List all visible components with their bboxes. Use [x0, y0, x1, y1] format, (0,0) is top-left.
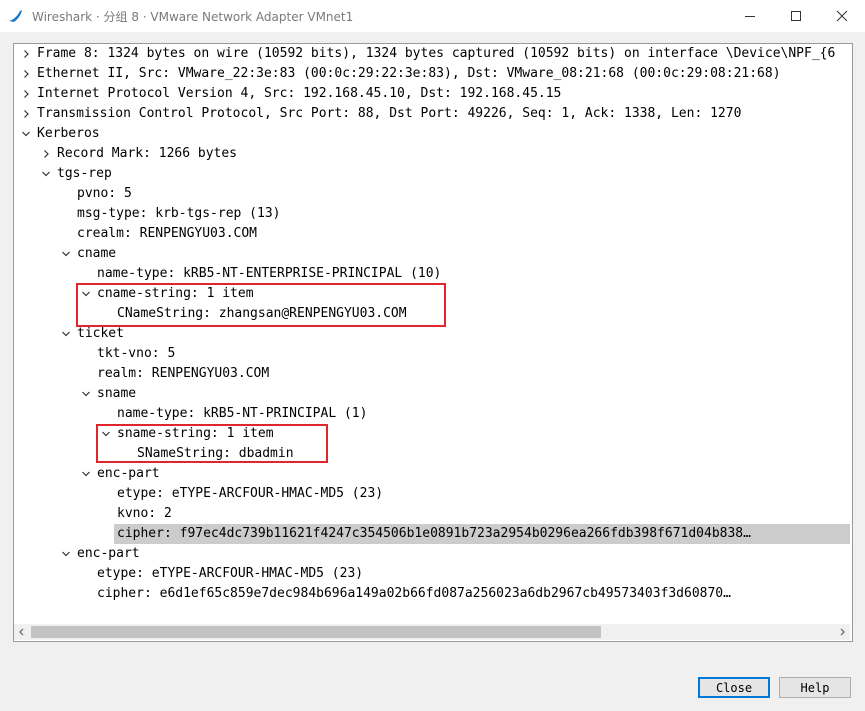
tree-row[interactable]: CNameString: zhangsan@RENPENGYU03.COM: [14, 304, 850, 324]
tree-row-label: Transmission Control Protocol, Src Port:…: [37, 106, 742, 121]
tree-row-label: sname-string: 1 item: [117, 426, 274, 441]
tree-row[interactable]: enc-part: [14, 544, 850, 564]
tree-row[interactable]: cname: [14, 244, 850, 264]
tree-row[interactable]: Ethernet II, Src: VMware_22:3e:83 (00:0c…: [14, 64, 850, 84]
tree-row[interactable]: etype: eTYPE-ARCFOUR-HMAC-MD5 (23): [14, 564, 850, 584]
tree-row-label: name-type: kRB5-NT-ENTERPRISE-PRINCIPAL …: [97, 266, 442, 281]
tree-row-label: realm: RENPENGYU03.COM: [97, 366, 270, 381]
tree-row[interactable]: tgs-rep: [14, 164, 850, 184]
tree-row-label: pvno: 5: [77, 186, 132, 201]
tree-row[interactable]: cipher: e6d1ef65c859e7dec984b696a149a02b…: [14, 584, 850, 604]
chevron-down-icon[interactable]: [78, 284, 94, 304]
tree-row-label: cipher: f97ec4dc739b11621f4247c354506b1e…: [117, 526, 751, 541]
tree-row[interactable]: msg-type: krb-tgs-rep (13): [14, 204, 850, 224]
tree-row[interactable]: crealm: RENPENGYU03.COM: [14, 224, 850, 244]
tree-row-label: ticket: [77, 326, 124, 341]
tree-row-label: Record Mark: 1266 bytes: [57, 146, 238, 161]
tree-row[interactable]: tkt-vno: 5: [14, 344, 850, 364]
tree-row[interactable]: sname-string: 1 item: [14, 424, 850, 444]
tree-row[interactable]: kvno: 2: [14, 504, 850, 524]
window-title: Wireshark · 分组 8 · VMware Network Adapte…: [32, 10, 354, 24]
chevron-down-icon[interactable]: [58, 244, 74, 264]
tree-row-label: name-type: kRB5-NT-PRINCIPAL (1): [117, 406, 368, 421]
tree-row[interactable]: Record Mark: 1266 bytes: [14, 144, 850, 164]
chevron-down-icon[interactable]: [58, 544, 74, 564]
tree-row-label: tgs-rep: [57, 166, 112, 181]
tree-row-label: sname: [97, 386, 137, 401]
tree-row-label: enc-part: [97, 466, 160, 481]
tree-row[interactable]: realm: RENPENGYU03.COM: [14, 364, 850, 384]
tree-row-label: Kerberos: [37, 126, 100, 141]
packet-detail-tree[interactable]: Frame 8: 1324 bytes on wire (10592 bits)…: [13, 43, 853, 642]
tree-row-label: cname-string: 1 item: [97, 286, 254, 301]
close-window-button[interactable]: [819, 0, 865, 32]
tree-row[interactable]: name-type: kRB5-NT-ENTERPRISE-PRINCIPAL …: [14, 264, 850, 284]
chevron-down-icon[interactable]: [18, 124, 34, 144]
close-icon: [836, 10, 848, 22]
chevron-down-icon[interactable]: [58, 324, 74, 344]
maximize-button[interactable]: [773, 0, 819, 32]
tree-row-label: Ethernet II, Src: VMware_22:3e:83 (00:0c…: [37, 66, 781, 81]
tree-row[interactable]: Internet Protocol Version 4, Src: 192.16…: [14, 84, 850, 104]
tree-row-label: tkt-vno: 5: [97, 346, 176, 361]
title-bar: Wireshark · 分组 8 · VMware Network Adapte…: [0, 0, 865, 32]
tree-row[interactable]: SNameString: dbadmin: [14, 444, 850, 464]
tree-row-label: cname: [77, 246, 117, 261]
tree-row[interactable]: name-type: kRB5-NT-PRINCIPAL (1): [14, 404, 850, 424]
tree-row[interactable]: enc-part: [14, 464, 850, 484]
maximize-icon: [791, 11, 801, 21]
minimize-icon: [745, 16, 755, 17]
tree-row-label: msg-type: krb-tgs-rep (13): [77, 206, 281, 221]
horizontal-scroll-thumb[interactable]: [31, 626, 601, 638]
tree-row[interactable]: cname-string: 1 item: [14, 284, 850, 304]
scroll-left-icon: [19, 628, 24, 636]
tree-row[interactable]: pvno: 5: [14, 184, 850, 204]
tree-row-label: enc-part: [77, 546, 140, 561]
help-button[interactable]: Help: [779, 677, 851, 698]
wireshark-fin-icon: [9, 10, 22, 22]
chevron-right-icon[interactable]: [38, 144, 54, 164]
chevron-down-icon[interactable]: [98, 424, 114, 444]
tree-row-label: Internet Protocol Version 4, Src: 192.16…: [37, 86, 562, 101]
tree-row-label: kvno: 2: [117, 506, 172, 521]
chevron-right-icon[interactable]: [18, 64, 34, 84]
tree-row-label: etype: eTYPE-ARCFOUR-HMAC-MD5 (23): [97, 566, 364, 581]
tree-row-label: Frame 8: 1324 bytes on wire (10592 bits)…: [37, 46, 836, 61]
tree-row[interactable]: Frame 8: 1324 bytes on wire (10592 bits)…: [14, 44, 850, 64]
chevron-down-icon[interactable]: [78, 384, 94, 404]
horizontal-scrollbar[interactable]: [14, 624, 850, 640]
tree-row[interactable]: cipher: f97ec4dc739b11621f4247c354506b1e…: [114, 524, 850, 544]
tree-row[interactable]: Transmission Control Protocol, Src Port:…: [14, 104, 850, 124]
tree-row[interactable]: sname: [14, 384, 850, 404]
tree-row[interactable]: ticket: [14, 324, 850, 344]
tree-row[interactable]: etype: eTYPE-ARCFOUR-HMAC-MD5 (23): [14, 484, 850, 504]
tree-row-label: CNameString: zhangsan@RENPENGYU03.COM: [117, 306, 407, 321]
tree-row[interactable]: Kerberos: [14, 124, 850, 144]
tree-row-label: etype: eTYPE-ARCFOUR-HMAC-MD5 (23): [117, 486, 384, 501]
chevron-right-icon[interactable]: [18, 84, 34, 104]
close-button[interactable]: Close: [698, 677, 770, 698]
tree-row-label: SNameString: dbadmin: [137, 446, 294, 461]
tree-row-label: crealm: RENPENGYU03.COM: [77, 226, 258, 241]
minimize-button[interactable]: [727, 0, 773, 32]
tree-row-label: cipher: e6d1ef65c859e7dec984b696a149a02b…: [97, 586, 731, 601]
chevron-down-icon[interactable]: [38, 164, 54, 184]
chevron-right-icon[interactable]: [18, 104, 34, 124]
chevron-down-icon[interactable]: [78, 464, 94, 484]
scroll-right-icon: [840, 628, 845, 636]
chevron-right-icon[interactable]: [18, 44, 34, 64]
